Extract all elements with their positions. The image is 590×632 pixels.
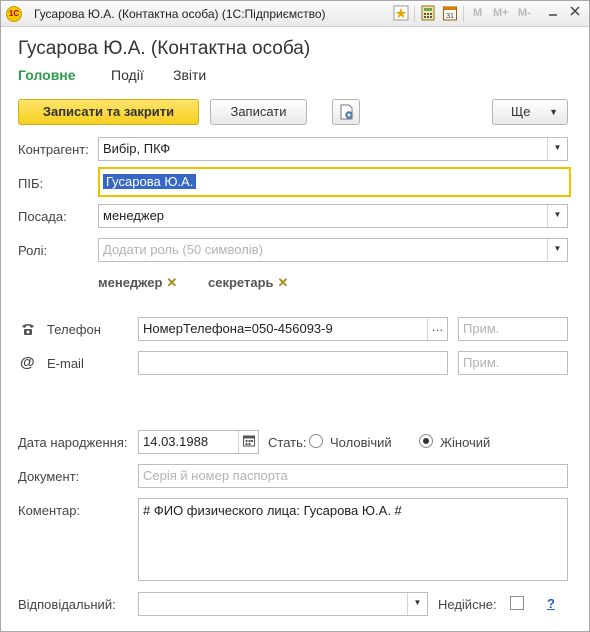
comment-label: Коментар: xyxy=(18,503,81,518)
document-gear-icon xyxy=(339,104,355,128)
comment-textarea[interactable]: # ФИО физического лица: Гусарова Ю.А. # xyxy=(138,498,568,581)
birth-date-input[interactable]: 14.03.1988 xyxy=(138,430,259,454)
role-tag-label: менеджер xyxy=(98,275,163,290)
phone-note-input[interactable]: Прим. xyxy=(458,317,568,341)
birth-date-label: Дата народження: xyxy=(18,435,128,450)
phone-value: НомерТелефона=050-456093-9 xyxy=(143,321,333,336)
role-tag-label: секретарь xyxy=(208,275,274,290)
roles-label: Ролі: xyxy=(18,243,48,258)
position-value: менеджер xyxy=(103,208,165,223)
email-label: E-mail xyxy=(47,356,84,371)
close-icon[interactable] xyxy=(566,5,584,23)
dropdown-arrow-icon[interactable]: ▼ xyxy=(547,138,567,160)
counterparty-label: Контрагент: xyxy=(18,142,89,157)
tab-reports[interactable]: Звіти xyxy=(173,67,206,83)
toolbar-separator xyxy=(463,6,464,22)
tab-events[interactable]: Події xyxy=(111,67,144,83)
inactive-label: Недійсне: xyxy=(438,597,497,612)
email-note-placeholder: Прим. xyxy=(463,355,500,370)
triangle-down-icon: ▼ xyxy=(549,107,558,117)
ellipsis-icon[interactable]: … xyxy=(427,318,447,340)
gender-label: Стать: xyxy=(268,435,307,450)
remove-tag-icon[interactable]: ✕ xyxy=(166,275,177,290)
email-input[interactable] xyxy=(138,351,448,375)
gender-female-label[interactable]: Жіночий xyxy=(440,435,490,450)
email-note-input[interactable]: Прим. xyxy=(458,351,568,375)
dropdown-arrow-icon[interactable]: ▼ xyxy=(407,593,427,615)
gender-male-label[interactable]: Чоловічий xyxy=(330,435,392,450)
roles-input[interactable]: Додати роль (50 символів) ▼ xyxy=(98,238,568,262)
memory-mminus-button[interactable]: M- xyxy=(518,7,531,19)
window-title: Гусарова Ю.А. (Контактна особа) (1С:Підп… xyxy=(34,7,326,21)
minimize-icon[interactable] xyxy=(544,5,562,23)
counterparty-field[interactable]: Вибір, ПКФ ▼ xyxy=(98,137,568,161)
phone-label: Телефон xyxy=(47,322,101,337)
dropdown-arrow-icon[interactable]: ▼ xyxy=(547,239,567,261)
dropdown-arrow-icon[interactable]: ▼ xyxy=(547,205,567,227)
inactive-checkbox[interactable] xyxy=(510,596,524,610)
more-menu-button[interactable]: Ще ▼ xyxy=(492,99,568,125)
save-and-close-button[interactable]: Записати та закрити xyxy=(18,99,199,125)
gender-male-radio[interactable] xyxy=(309,434,323,448)
role-tag: менеджер ✕ xyxy=(98,275,177,291)
document-input[interactable]: Серія й номер паспорта xyxy=(138,464,568,488)
responsible-label: Відповідальний: xyxy=(18,597,116,612)
birth-date-value: 14.03.1988 xyxy=(143,434,209,449)
app-logo-icon[interactable]: 1С xyxy=(6,6,22,22)
tab-main[interactable]: Головне xyxy=(18,67,76,83)
form-window: 1С Гусарова Ю.А. (Контактна особа) (1С:П… xyxy=(0,0,590,632)
document-placeholder: Серія й номер паспорта xyxy=(143,468,288,483)
phone-field[interactable]: НомерТелефона=050-456093-9 … xyxy=(138,317,448,341)
role-tag: секретарь ✕ xyxy=(208,275,288,291)
memory-m-button[interactable]: M xyxy=(473,7,482,19)
comment-value: # ФИО физического лица: Гусарова Ю.А. # xyxy=(143,503,402,518)
form-title: Гусарова Ю.А. (Контактна особа) xyxy=(18,38,311,59)
phone-icon xyxy=(20,322,36,339)
at-sign-icon: @ xyxy=(20,354,35,371)
responsible-field[interactable]: ▼ xyxy=(138,592,428,616)
calendar-icon[interactable]: 31 xyxy=(441,5,459,23)
counterparty-value: Вибір, ПКФ xyxy=(103,141,171,156)
title-bar: 1С Гусарова Ю.А. (Контактна особа) (1С:П… xyxy=(1,1,589,27)
calculator-icon[interactable] xyxy=(419,5,437,23)
position-field[interactable]: менеджер ▼ xyxy=(98,204,568,228)
roles-placeholder: Додати роль (50 символів) xyxy=(103,242,263,257)
name-value: Гусарова Ю.А. xyxy=(103,174,197,189)
memory-mplus-button[interactable]: M+ xyxy=(493,7,509,19)
document-label: Документ: xyxy=(18,469,80,484)
remove-tag-icon[interactable]: ✕ xyxy=(278,275,289,290)
more-label: Ще xyxy=(511,104,531,119)
calendar-picker-icon[interactable] xyxy=(238,431,258,453)
save-button[interactable]: Записати xyxy=(210,99,307,125)
svg-text:31: 31 xyxy=(446,13,454,20)
phone-note-placeholder: Прим. xyxy=(463,321,500,336)
print-document-button[interactable] xyxy=(332,99,360,125)
toolbar-separator xyxy=(414,6,415,22)
position-label: Посада: xyxy=(18,209,67,224)
gender-female-radio[interactable] xyxy=(419,434,433,448)
name-label: ПІБ: xyxy=(18,176,44,191)
help-link[interactable]: ? xyxy=(547,596,555,611)
favorites-star-icon[interactable] xyxy=(392,5,410,23)
name-input[interactable]: Гусарова Ю.А. xyxy=(98,167,571,197)
